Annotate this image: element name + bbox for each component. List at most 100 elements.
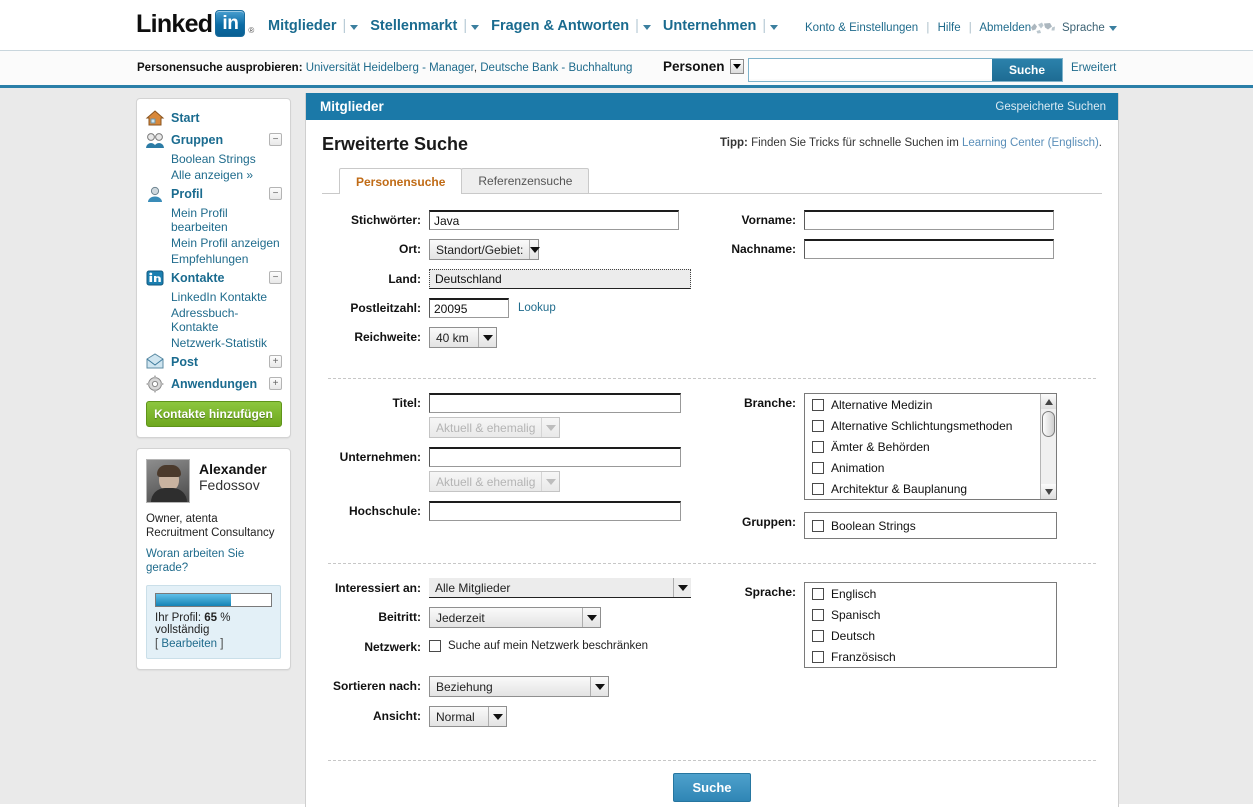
title-input[interactable] (429, 393, 681, 413)
sidebar-subitem-profil-anzeigen[interactable]: Mein Profil anzeigen (137, 235, 290, 251)
nav-item-unternehmen[interactable]: Unternehmen | (663, 18, 779, 34)
checkbox[interactable] (812, 461, 824, 474)
interested-in-dropdown[interactable]: Alle Mitglieder (429, 578, 691, 598)
sidebar-item-kontakte[interactable]: Kontakte − (137, 267, 290, 289)
chevron-down-icon[interactable] (590, 677, 608, 696)
company-input[interactable] (429, 447, 681, 467)
collapse-toggle[interactable]: − (269, 271, 282, 284)
nav-item-stellenmarkt[interactable]: Stellenmarkt | (370, 18, 480, 34)
sidebar-item-start[interactable]: Start (137, 107, 290, 129)
scroll-up-arrow-icon[interactable] (1041, 394, 1056, 409)
radius-dropdown[interactable]: 40 km (429, 327, 497, 348)
expand-toggle[interactable]: + (269, 355, 282, 368)
checkbox[interactable] (812, 608, 824, 621)
chevron-down-icon[interactable] (770, 24, 779, 30)
nav-item-fragen-antworten[interactable]: Fragen & Antworten | (491, 18, 651, 34)
sidebar-sublink[interactable]: LinkedIn Kontakte (171, 290, 267, 304)
avatar[interactable] (146, 459, 190, 503)
chevron-down-icon[interactable] (488, 707, 506, 726)
learning-center-link[interactable]: Learning Center (Englisch) (962, 137, 1099, 149)
chevron-down-icon[interactable] (350, 24, 359, 30)
scroll-down-arrow-icon[interactable] (1041, 484, 1056, 499)
sidebar-sublink[interactable]: Adressbuch-Kontakte (171, 306, 238, 334)
advanced-search-link[interactable]: Erweitert (1071, 62, 1116, 74)
language-option[interactable]: Französisch (805, 646, 1056, 667)
sidebar-sublink[interactable]: Mein Profil bearbeiten (171, 206, 228, 234)
groups-option[interactable]: Boolean Strings (805, 513, 1056, 538)
chevron-down-icon[interactable] (582, 608, 600, 627)
profile-status-prompt[interactable]: Woran arbeiten Sie gerade? (146, 547, 281, 575)
sidebar-sublink[interactable]: Alle anzeigen » (171, 168, 253, 182)
first-name-input[interactable] (804, 210, 1054, 230)
industry-option[interactable]: Animation (805, 457, 1056, 478)
link-hilfe[interactable]: Hilfe (938, 22, 961, 34)
sidebar-subitem-boolean-strings[interactable]: Boolean Strings (137, 151, 290, 167)
profile-edit-link[interactable]: Bearbeiten (161, 638, 217, 650)
sidebar-subitem-profil-bearbeiten[interactable]: Mein Profil bearbeiten (137, 205, 290, 235)
chevron-down-icon[interactable] (471, 24, 480, 30)
chevron-down-icon[interactable] (729, 59, 744, 74)
school-input[interactable] (429, 501, 681, 521)
chevron-down-icon[interactable] (642, 24, 651, 30)
postal-lookup-link[interactable]: Lookup (518, 302, 556, 314)
chevron-down-icon[interactable] (478, 328, 496, 347)
suggestion-link-1[interactable]: Universität Heidelberg - Manager (306, 62, 474, 74)
checkbox[interactable] (812, 419, 824, 432)
chevron-down-icon[interactable] (529, 240, 541, 259)
checkbox[interactable] (812, 650, 824, 663)
sidebar-item-profil[interactable]: Profil − (137, 183, 290, 205)
groups-listbox[interactable]: Boolean Strings (804, 512, 1057, 539)
nav-item-mitglieder[interactable]: Mitglieder | (268, 18, 359, 34)
expand-toggle[interactable]: + (269, 377, 282, 390)
industry-option[interactable]: Alternative Medizin (805, 394, 1056, 415)
checkbox[interactable] (812, 587, 824, 600)
sidebar-sublink[interactable]: Mein Profil anzeigen (171, 236, 280, 250)
last-name-input[interactable] (804, 239, 1054, 259)
sidebar-sublink[interactable]: Netzwerk-Statistik (171, 336, 267, 350)
checkbox[interactable] (812, 519, 824, 532)
language-option[interactable]: Deutsch (805, 625, 1056, 646)
collapse-toggle[interactable]: − (269, 133, 282, 146)
sidebar-sublink[interactable]: Boolean Strings (171, 152, 256, 166)
country-dropdown[interactable]: Deutschland (429, 269, 691, 289)
sidebar-subitem-alle-anzeigen[interactable]: Alle anzeigen » (137, 167, 290, 183)
scrollbar-thumb[interactable] (1042, 411, 1055, 437)
chevron-down-icon[interactable] (1108, 25, 1117, 31)
joined-dropdown[interactable]: Jederzeit (429, 607, 601, 628)
view-dropdown[interactable]: Normal (429, 706, 507, 727)
search-button[interactable]: Suche (992, 59, 1062, 81)
postal-code-input[interactable] (429, 298, 509, 318)
search-input[interactable] (749, 59, 992, 79)
submit-search-button[interactable]: Suche (673, 773, 751, 802)
sidebar-item-anwendungen[interactable]: Anwendungen + (137, 373, 290, 395)
chevron-down-icon[interactable] (673, 578, 691, 597)
link-konto-einstellungen[interactable]: Konto & Einstellungen (805, 22, 918, 34)
sidebar-subitem-empfehlungen[interactable]: Empfehlungen (137, 251, 290, 267)
collapse-toggle[interactable]: − (269, 187, 282, 200)
industry-scrollbar[interactable] (1040, 394, 1056, 499)
sidebar-subitem-netzwerk-statistik[interactable]: Netzwerk-Statistik (137, 335, 290, 351)
industry-listbox[interactable]: Alternative Medizin Alternative Schlicht… (804, 393, 1057, 500)
tab-referenzensuche[interactable]: Referenzensuche (461, 168, 590, 193)
add-contacts-button[interactable]: Kontakte hinzufügen (145, 401, 282, 427)
language-listbox[interactable]: Englisch Spanisch Deutsch Französisch (804, 582, 1057, 668)
language-option[interactable]: Englisch (805, 583, 1056, 604)
search-scope-dropdown[interactable]: Personen (663, 59, 744, 74)
linkedin-logo[interactable]: Linked in ® (136, 10, 254, 37)
industry-option[interactable]: Architektur & Bauplanung (805, 478, 1056, 499)
checkbox[interactable] (812, 482, 824, 495)
saved-searches-link[interactable]: Gespeicherte Suchen (995, 101, 1106, 113)
language-selector[interactable]: Sprache (1030, 20, 1117, 36)
checkbox[interactable] (812, 398, 824, 411)
link-abmelden[interactable]: Abmelden (979, 22, 1031, 34)
sidebar-subitem-linkedin-kontakte[interactable]: LinkedIn Kontakte (137, 289, 290, 305)
language-option[interactable]: Spanisch (805, 604, 1056, 625)
sidebar-item-post[interactable]: Post + (137, 351, 290, 373)
industry-option[interactable]: Ämter & Behörden (805, 436, 1056, 457)
sort-by-dropdown[interactable]: Beziehung (429, 676, 609, 697)
sidebar-sublink[interactable]: Empfehlungen (171, 252, 248, 266)
suggestion-link-2[interactable]: Deutsche Bank - Buchhaltung (480, 62, 632, 74)
checkbox[interactable] (812, 629, 824, 642)
keywords-input[interactable] (429, 210, 679, 230)
network-restrict-checkbox[interactable] (429, 640, 441, 652)
